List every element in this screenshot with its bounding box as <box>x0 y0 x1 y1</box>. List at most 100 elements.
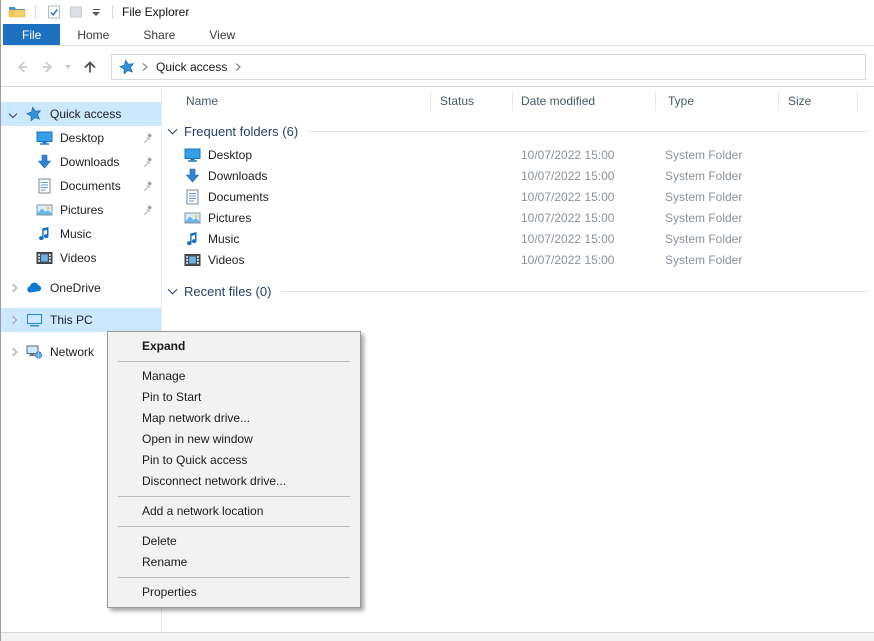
sidebar-item-videos[interactable]: Videos <box>1 246 161 270</box>
column-header-name[interactable]: Name <box>186 94 218 108</box>
sidebar-item-quick-access[interactable]: Quick access <box>1 102 161 126</box>
desktop-icon <box>184 147 201 163</box>
menu-item-open-in-new-window[interactable]: Open in new window <box>108 429 360 450</box>
menu-separator <box>118 496 350 497</box>
menu-item-properties[interactable]: Properties <box>108 582 360 603</box>
file-row-pictures[interactable]: Pictures 10/07/2022 15:00 System Folder <box>162 207 874 228</box>
expander-right-icon[interactable] <box>10 349 20 355</box>
pictures-icon <box>36 202 53 218</box>
window-title: File Explorer <box>122 5 189 19</box>
title-bar: File Explorer <box>1 0 874 24</box>
sidebar-item-this-pc[interactable]: This PC <box>1 308 161 332</box>
file-name: Documents <box>208 190 269 204</box>
network-icon <box>26 344 43 360</box>
file-type: System Folder <box>665 211 742 225</box>
pin-icon[interactable] <box>143 205 154 216</box>
desktop-icon <box>36 130 53 146</box>
expander-right-icon[interactable] <box>10 317 20 323</box>
file-type: System Folder <box>665 232 742 246</box>
sidebar-item-onedrive[interactable]: OneDrive <box>1 276 161 300</box>
breadcrumb-chevron-icon[interactable] <box>141 62 149 72</box>
group-header-recent-files[interactable]: Recent files (0) <box>162 278 874 304</box>
menu-item-add-network-location[interactable]: Add a network location <box>108 501 360 522</box>
column-divider[interactable] <box>778 92 779 111</box>
quick-access-star-icon[interactable] <box>119 59 135 75</box>
menu-separator <box>118 361 350 362</box>
collapse-chevron-icon <box>168 125 178 135</box>
context-menu: Expand Manage Pin to Start Map network d… <box>107 331 361 608</box>
titlebar-separator <box>112 5 113 19</box>
column-header-size[interactable]: Size <box>788 94 811 108</box>
sidebar-item-downloads[interactable]: Downloads <box>1 150 161 174</box>
sidebar-item-music[interactable]: Music <box>1 222 161 246</box>
group-header-line <box>308 131 868 132</box>
tab-view[interactable]: View <box>192 24 252 45</box>
menu-separator <box>118 577 350 578</box>
tab-home[interactable]: Home <box>60 24 126 45</box>
ribbon-tabs: File Home Share View <box>1 24 874 46</box>
column-divider[interactable] <box>857 92 858 111</box>
this-pc-icon <box>26 312 43 328</box>
sidebar-item-desktop[interactable]: Desktop <box>1 126 161 150</box>
music-icon <box>36 226 53 242</box>
column-header-type[interactable]: Type <box>668 94 694 108</box>
column-headers: Name Status Date modified Type Size <box>162 88 874 114</box>
menu-item-map-network-drive[interactable]: Map network drive... <box>108 408 360 429</box>
sidebar-item-label: OneDrive <box>50 281 101 295</box>
menu-item-delete[interactable]: Delete <box>108 531 360 552</box>
file-row-videos[interactable]: Videos 10/07/2022 15:00 System Folder <box>162 249 874 270</box>
app-folder-icon[interactable] <box>8 3 26 21</box>
pictures-icon <box>184 210 201 226</box>
expander-right-icon[interactable] <box>10 285 20 291</box>
column-header-status[interactable]: Status <box>440 94 474 108</box>
expander-down-icon[interactable] <box>10 111 20 117</box>
documents-icon <box>184 189 201 205</box>
collapse-chevron-icon <box>168 285 178 295</box>
file-type: System Folder <box>665 169 742 183</box>
column-divider[interactable] <box>430 92 431 111</box>
column-divider[interactable] <box>512 92 513 111</box>
sidebar-item-documents[interactable]: Documents <box>1 174 161 198</box>
file-explorer-window: File Explorer File Home Share View Quick… <box>0 0 874 641</box>
file-name: Music <box>208 232 239 246</box>
menu-item-pin-to-quick-access[interactable]: Pin to Quick access <box>108 450 360 471</box>
pin-icon[interactable] <box>143 133 154 144</box>
menu-item-rename[interactable]: Rename <box>108 552 360 573</box>
forward-icon[interactable] <box>37 56 59 78</box>
menu-item-expand[interactable]: Expand <box>108 336 360 357</box>
sidebar-item-label: Music <box>60 227 91 241</box>
navigation-bar: Quick access <box>1 47 874 87</box>
group-header-line <box>281 291 868 292</box>
column-divider[interactable] <box>655 92 656 111</box>
breadcrumb-quick-access[interactable]: Quick access <box>156 60 227 74</box>
back-icon[interactable] <box>11 56 33 78</box>
address-bar[interactable]: Quick access <box>111 54 866 80</box>
breadcrumb-chevron-icon[interactable] <box>234 62 242 72</box>
properties-icon[interactable] <box>45 3 63 21</box>
menu-item-disconnect-network-drive[interactable]: Disconnect network drive... <box>108 471 360 492</box>
sidebar-item-label: This PC <box>50 313 93 327</box>
group-header-label: Frequent folders (6) <box>184 124 298 139</box>
file-row-documents[interactable]: Documents 10/07/2022 15:00 System Folder <box>162 186 874 207</box>
menu-item-pin-to-start[interactable]: Pin to Start <box>108 387 360 408</box>
downloads-icon <box>184 168 201 184</box>
sidebar-item-pictures[interactable]: Pictures <box>1 198 161 222</box>
recent-locations-dropdown-icon[interactable] <box>65 65 71 69</box>
file-row-desktop[interactable]: Desktop 10/07/2022 15:00 System Folder <box>162 144 874 165</box>
file-row-downloads[interactable]: Downloads 10/07/2022 15:00 System Folder <box>162 165 874 186</box>
group-header-frequent-folders[interactable]: Frequent folders (6) <box>162 118 874 144</box>
sidebar-item-label: Downloads <box>60 155 119 169</box>
up-icon[interactable] <box>79 56 101 78</box>
videos-icon <box>184 252 201 268</box>
sidebar-item-label: Desktop <box>60 131 104 145</box>
pin-icon[interactable] <box>143 157 154 168</box>
new-folder-icon[interactable] <box>67 3 85 21</box>
customize-quick-access-toolbar-dropdown-icon[interactable] <box>89 3 103 21</box>
pin-icon[interactable] <box>143 181 154 192</box>
menu-item-manage[interactable]: Manage <box>108 366 360 387</box>
videos-icon <box>36 250 53 266</box>
tab-share[interactable]: Share <box>126 24 192 45</box>
tab-file[interactable]: File <box>3 24 60 45</box>
column-header-date-modified[interactable]: Date modified <box>521 94 595 108</box>
file-row-music[interactable]: Music 10/07/2022 15:00 System Folder <box>162 228 874 249</box>
